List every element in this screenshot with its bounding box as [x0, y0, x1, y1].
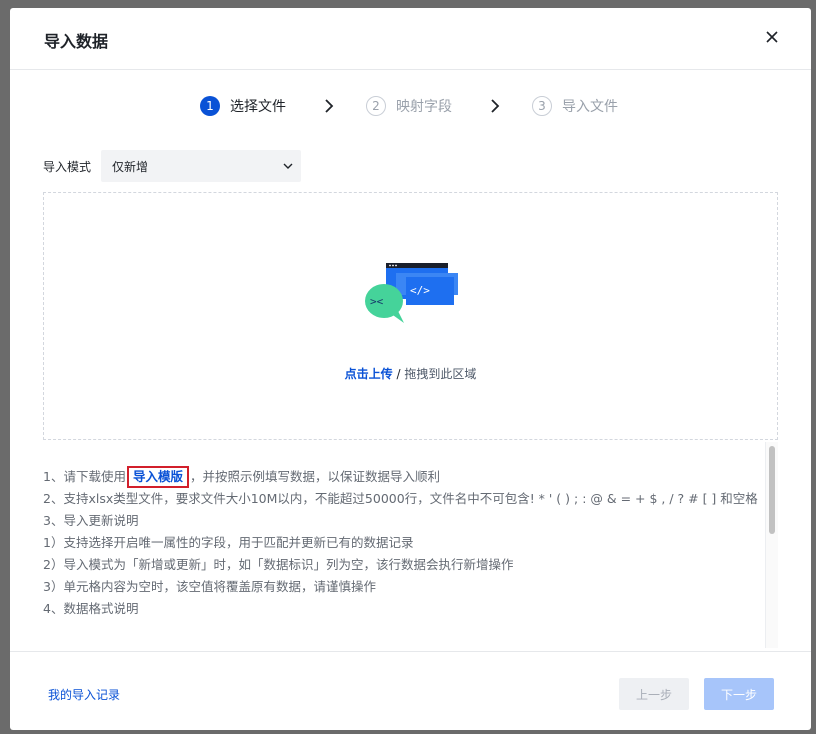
instruction-line: 1、请下载使用 导入模版 ，并按照示例填写数据，以保证数据导入顺利: [43, 466, 765, 488]
next-step-button[interactable]: 下一步: [704, 678, 774, 710]
download-template-link[interactable]: 导入模版: [126, 466, 189, 488]
instruction-line: 2）导入模式为「新增或更新」时，如「数据标识」列为空，该行数据会执行新增操作: [43, 557, 514, 572]
chevron-down-icon: [283, 163, 293, 169]
step-1: 1 选择文件: [200, 94, 286, 118]
instruction-text: 1、请下载使用: [43, 469, 126, 484]
instruction-line: 4、数据格式说明: [43, 601, 139, 616]
step-3-label: 导入文件: [562, 99, 618, 115]
dialog-title: 导入数据: [44, 32, 109, 51]
drag-hint: 拖拽到此区域: [404, 367, 477, 381]
my-import-records-link[interactable]: 我的导入记录: [48, 686, 120, 703]
instruction-line: 1）支持选择开启唯一属性的字段，用于匹配并更新已有的数据记录: [43, 535, 414, 550]
import-mode-value: 仅新增: [112, 159, 149, 174]
instruction-text: ，并按照示例填写数据，以保证数据导入顺利: [189, 469, 440, 484]
import-dialog: 导入数据 1 选择文件 2 映射字段 3 导入文件 导入模式 仅新增 </> >…: [10, 8, 811, 730]
step-3: 3 导入文件: [532, 94, 618, 118]
dialog-footer: 我的导入记录 上一步 下一步: [10, 651, 811, 730]
upload-separator: /: [392, 367, 405, 381]
instructions-panel: 1、请下载使用 导入模版 ，并按照示例填写数据，以保证数据导入顺利 2、支持xlsx…: [43, 466, 765, 648]
step-1-label: 选择文件: [230, 99, 286, 115]
instruction-line: 3、导入更新说明: [43, 513, 139, 528]
chevron-right-icon: [325, 99, 334, 113]
stepper: 1 选择文件 2 映射字段 3 导入文件: [10, 94, 811, 118]
step-2-number: 2: [366, 96, 386, 116]
dialog-header: 导入数据: [10, 8, 811, 70]
step-1-number: 1: [200, 96, 220, 116]
step-3-number: 3: [532, 96, 552, 116]
close-icon[interactable]: [763, 28, 781, 46]
scrollbar-thumb[interactable]: [769, 446, 775, 534]
svg-text:</>: </>: [410, 284, 430, 297]
click-upload-link[interactable]: 点击上传: [345, 367, 393, 381]
instruction-line: 3）单元格内容为空时，该空值将覆盖原有数据，请谨慎操作: [43, 579, 376, 594]
upload-hint: 点击上传 / 拖拽到此区域: [44, 365, 777, 382]
upload-dropzone[interactable]: </> >< 点击上传 / 拖拽到此区域: [43, 192, 778, 440]
prev-step-button[interactable]: 上一步: [619, 678, 689, 710]
code-chat-illustration-icon: </> ><: [365, 263, 458, 323]
scrollbar[interactable]: [765, 442, 778, 648]
instruction-line: 2、支持xlsx类型文件，要求文件大小10M以内，不能超过50000行，文件名中…: [43, 491, 758, 506]
chevron-right-icon: [491, 99, 500, 113]
import-mode-select[interactable]: 仅新增: [101, 150, 301, 182]
svg-text:><: ><: [370, 295, 384, 308]
import-mode-label: 导入模式: [43, 160, 92, 174]
step-2: 2 映射字段: [366, 94, 452, 118]
step-2-label: 映射字段: [396, 99, 452, 115]
